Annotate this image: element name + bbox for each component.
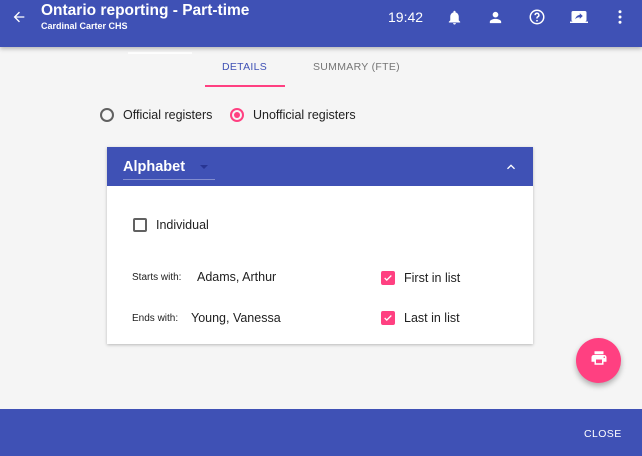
starts-with-label: Starts with: <box>132 272 182 283</box>
app-subtitle: Cardinal Carter CHS <box>41 21 128 31</box>
app-bar: Ontario reporting - Part-time Cardinal C… <box>0 0 642 47</box>
radio-official-label: Official registers <box>123 108 213 122</box>
tab-summary-fte[interactable]: SUMMARY (FTE) <box>313 61 400 73</box>
chevron-up-icon[interactable] <box>501 157 521 177</box>
checkbox-checked-icon[interactable] <box>381 311 395 325</box>
tab-strip-edge <box>128 52 192 54</box>
clock-time: 19:42 <box>388 9 424 25</box>
card-header: Alphabet <box>107 147 533 186</box>
back-arrow-icon[interactable] <box>8 6 30 28</box>
close-button[interactable]: CLOSE <box>584 428 622 440</box>
individual-label: Individual <box>156 218 209 232</box>
ends-with-value[interactable]: Young, Vanessa <box>191 311 281 325</box>
radio-unofficial-label: Unofficial registers <box>253 108 356 122</box>
ends-with-label: Ends with: <box>132 313 179 324</box>
radio-on-icon[interactable] <box>230 108 244 122</box>
select-underline <box>123 179 215 180</box>
main-content: DETAILS SUMMARY (FTE) Official registers… <box>0 47 642 409</box>
checkbox-checked-icon[interactable] <box>381 271 395 285</box>
footer-bar: CLOSE <box>0 409 642 456</box>
alphabet-card: Alphabet Individual Starts with: Adams, … <box>107 147 533 344</box>
checkbox-empty-icon[interactable] <box>133 218 147 232</box>
last-in-list-checkbox[interactable]: Last in list <box>381 311 460 325</box>
more-vert-icon[interactable] <box>609 6 631 28</box>
first-in-list-checkbox[interactable]: First in list <box>381 271 460 285</box>
last-in-list-label: Last in list <box>404 311 460 325</box>
person-icon[interactable] <box>484 6 506 28</box>
individual-checkbox[interactable]: Individual <box>133 218 209 232</box>
print-button[interactable] <box>576 338 621 383</box>
alphabet-select[interactable]: Alphabet <box>123 159 185 175</box>
radio-official-registers[interactable]: Official registers <box>100 108 212 122</box>
starts-with-value[interactable]: Adams, Arthur <box>197 270 276 284</box>
print-icon <box>590 349 608 372</box>
screen-share-icon[interactable] <box>568 6 590 28</box>
help-icon[interactable] <box>526 6 548 28</box>
dropdown-caret-icon[interactable] <box>200 165 208 169</box>
tab-details[interactable]: DETAILS <box>222 61 267 73</box>
app-title: Ontario reporting - Part-time <box>41 2 250 19</box>
bell-icon[interactable] <box>443 6 465 28</box>
radio-off-icon[interactable] <box>100 108 114 122</box>
radio-unofficial-registers[interactable]: Unofficial registers <box>230 108 356 122</box>
tab-active-indicator <box>205 85 285 87</box>
first-in-list-label: First in list <box>404 271 461 285</box>
